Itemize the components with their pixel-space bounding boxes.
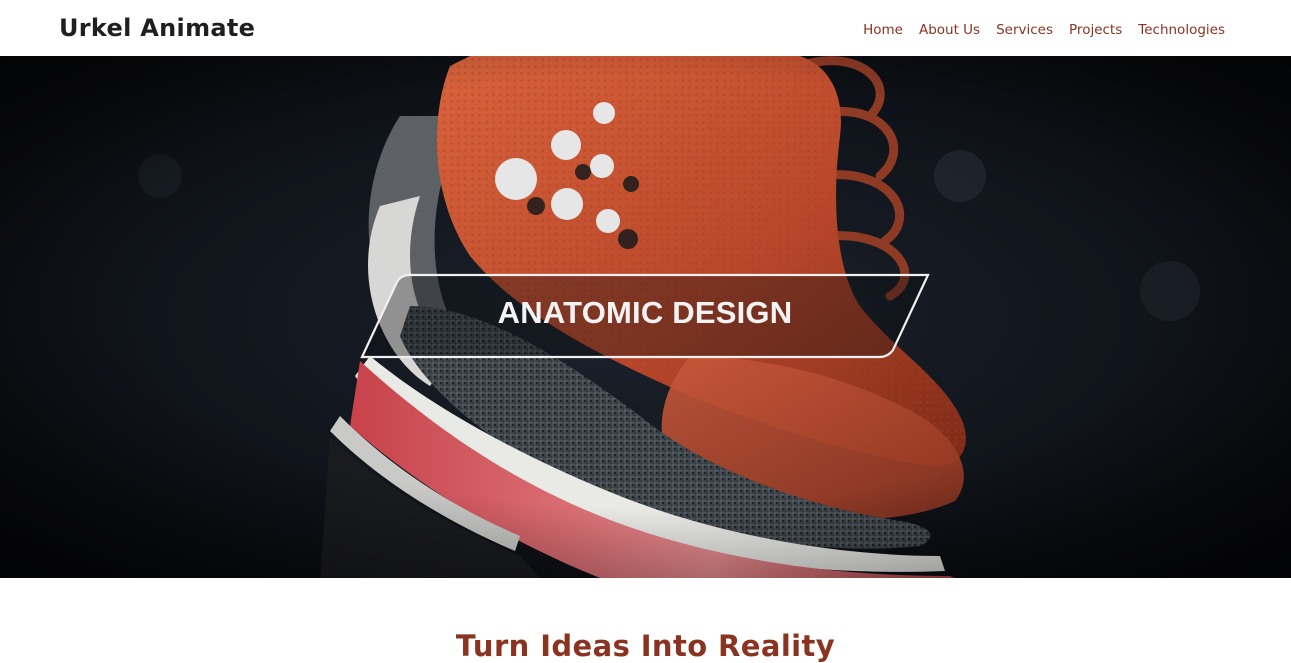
nav-item-services: Services (996, 19, 1053, 38)
main-nav: Home About Us Services Projects Technolo… (863, 19, 1225, 38)
hero-caption: ANATOMIC DESIGN (497, 295, 793, 330)
nav-item-home: Home (863, 19, 903, 38)
brand-logo-link[interactable]: Urkel Animate (59, 14, 255, 42)
intro-heading: Turn Ideas Into Reality (455, 629, 836, 663)
nav-link-projects[interactable]: Projects (1069, 22, 1122, 38)
nav-link-about-us[interactable]: About Us (919, 22, 980, 38)
nav-link-technologies[interactable]: Technologies (1138, 22, 1225, 38)
hero-video[interactable]: ANATOMIC DESIGN (0, 56, 1291, 578)
nav-item-projects: Projects (1069, 19, 1122, 38)
nav-link-home[interactable]: Home (863, 22, 903, 38)
nav-item-about: About Us (919, 19, 980, 38)
nav-link-services[interactable]: Services (996, 22, 1053, 38)
site-header: Urkel Animate Home About Us Services Pro… (0, 0, 1291, 56)
nav-item-technologies: Technologies (1138, 19, 1225, 38)
